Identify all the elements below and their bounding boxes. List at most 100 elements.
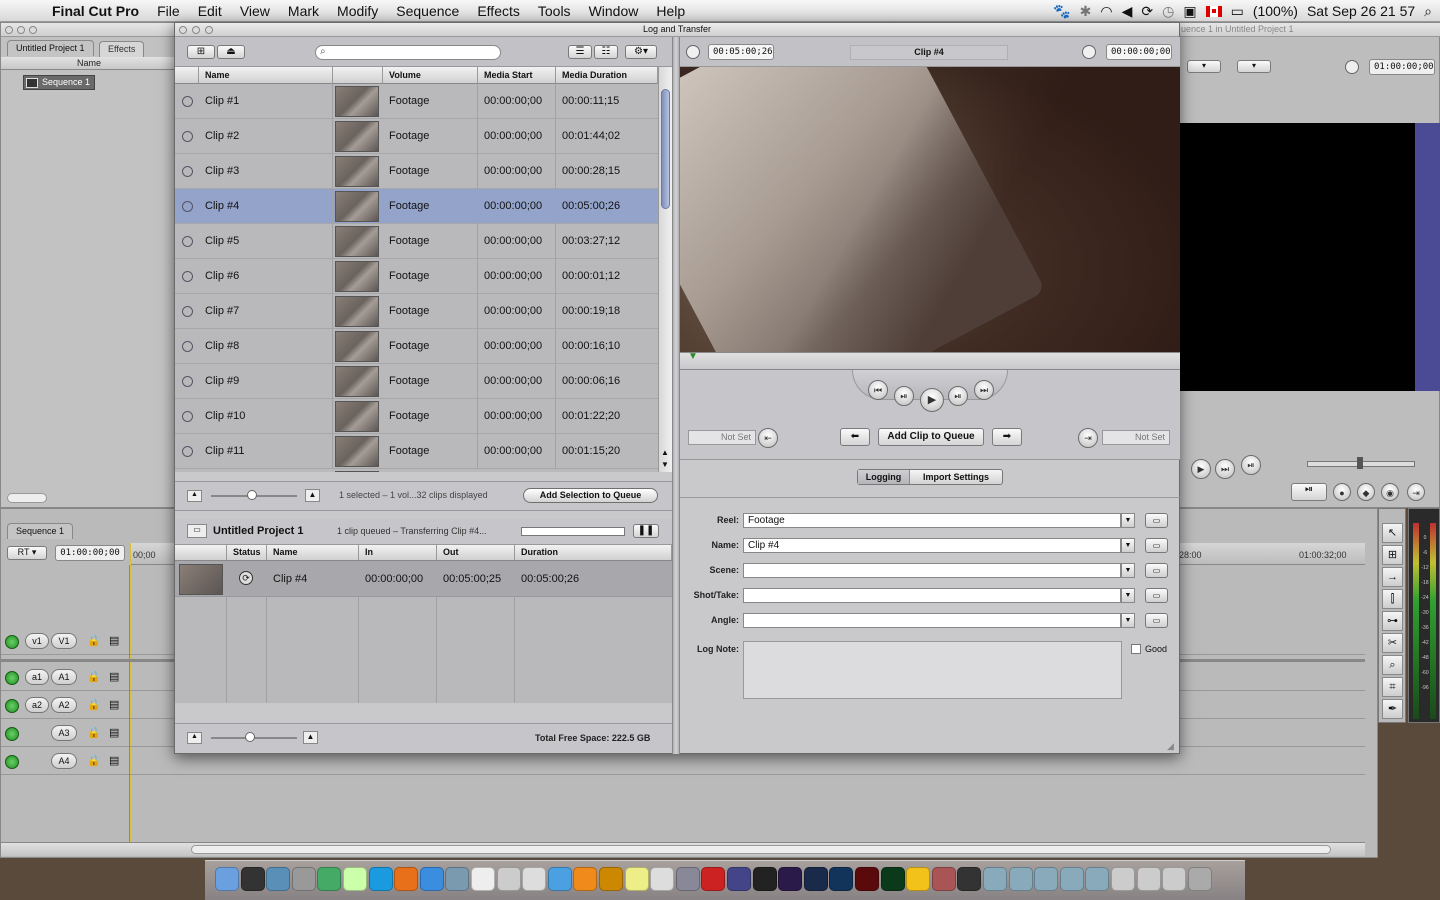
clip-row[interactable]: Clip #10 Footage 00:00:00;00 00:01:22;20 bbox=[175, 399, 658, 434]
track-dest-v1[interactable]: V1 bbox=[51, 633, 77, 649]
clip-row[interactable]: Clip #11 Footage 00:00:00;00 00:01:15;20 bbox=[175, 434, 658, 469]
timeline-timecode[interactable]: 01:00:00;00 bbox=[55, 545, 125, 561]
folder-icon[interactable] bbox=[983, 867, 1007, 891]
stack-icon[interactable] bbox=[1111, 867, 1135, 891]
reel-slate-icon[interactable]: ▭ bbox=[1145, 513, 1168, 528]
track-visibility-icon[interactable] bbox=[5, 635, 19, 649]
queue-status-radio[interactable] bbox=[182, 306, 193, 317]
adium-icon[interactable] bbox=[906, 867, 931, 891]
vlc-icon[interactable] bbox=[573, 867, 598, 891]
acrobat-icon[interactable] bbox=[701, 867, 726, 891]
canvas-shuttle-thumb[interactable] bbox=[1357, 457, 1363, 469]
small-thumb-icon[interactable]: ▲ bbox=[187, 732, 202, 744]
clip-row[interactable]: Clip #8 Footage 00:00:00;00 00:00:16;10 bbox=[175, 329, 658, 364]
trash-icon[interactable] bbox=[1187, 867, 1212, 891]
q-col-duration[interactable]: Duration bbox=[515, 545, 672, 561]
tab-untitled-project[interactable]: Untitled Project 1 bbox=[7, 40, 94, 56]
go-to-start-button[interactable]: ⏮ bbox=[868, 380, 888, 400]
tab-logging[interactable]: Logging bbox=[858, 470, 910, 484]
shot-take-field[interactable] bbox=[743, 588, 1121, 603]
project-icon[interactable]: ▭ bbox=[187, 524, 207, 538]
network-icon[interactable] bbox=[727, 867, 751, 891]
canvas-view-popup[interactable]: ▾ bbox=[1187, 60, 1221, 73]
track-source-a2[interactable]: a2 bbox=[25, 697, 49, 713]
viewer-duration[interactable]: 00:05:00;26 bbox=[708, 44, 774, 60]
skype-icon[interactable] bbox=[368, 867, 393, 891]
canvas-play-button[interactable]: ▶ bbox=[1191, 459, 1211, 479]
shot-dropdown-icon[interactable]: ▼ bbox=[1121, 588, 1135, 603]
battery-status[interactable]: (100%) bbox=[1253, 3, 1298, 19]
mail-icon[interactable] bbox=[522, 867, 547, 891]
scroll-up-icon[interactable]: ▲ bbox=[661, 448, 669, 457]
fcp-icon[interactable] bbox=[957, 867, 982, 891]
pause-button[interactable]: ❚❚ bbox=[633, 524, 659, 538]
photo-icon[interactable] bbox=[931, 867, 956, 891]
add-clip-to-queue-button[interactable]: Add Clip to Queue bbox=[878, 428, 984, 446]
clip-list-scrollbar[interactable]: ▲ ▼ bbox=[658, 67, 672, 472]
menu-tools[interactable]: Tools bbox=[529, 3, 580, 19]
scene-slate-icon[interactable]: ▭ bbox=[1145, 563, 1168, 578]
q-col-thumb[interactable] bbox=[175, 545, 227, 561]
queue-status-radio[interactable] bbox=[182, 376, 193, 387]
lock-icon[interactable]: 🔒 bbox=[87, 670, 101, 683]
q-col-status[interactable]: Status bbox=[227, 545, 267, 561]
angle-field[interactable] bbox=[743, 613, 1121, 628]
track-select-tool-icon[interactable]: → bbox=[1382, 567, 1403, 587]
queue-status-radio[interactable] bbox=[182, 201, 193, 212]
contacts-icon[interactable] bbox=[343, 867, 367, 891]
clip-row[interactable]: Clip #1 Footage 00:00:00;00 00:00:11;15 bbox=[175, 84, 658, 119]
slip-tool-icon[interactable]: ⊶ bbox=[1382, 611, 1403, 631]
next-clip-icon[interactable]: ➡ bbox=[992, 428, 1022, 446]
track-dest-a1[interactable]: A1 bbox=[51, 669, 77, 685]
spotlight-icon[interactable]: ⌕ bbox=[1424, 3, 1432, 20]
autoselect-icon[interactable]: ▤ bbox=[109, 754, 119, 767]
zoom-icon[interactable] bbox=[29, 26, 37, 34]
name-field[interactable]: Clip #4 bbox=[743, 538, 1121, 553]
clip-row[interactable]: Clip #6 Footage 00:00:00;00 00:00:01;12 bbox=[175, 259, 658, 294]
itunes-music-icon[interactable] bbox=[547, 867, 572, 891]
clip-row[interactable]: Clip #7 Footage 00:00:00;00 00:00:19;18 bbox=[175, 294, 658, 329]
tab-import-settings[interactable]: Import Settings bbox=[910, 470, 1002, 484]
queue-status-radio[interactable] bbox=[182, 96, 193, 107]
track-dest-a3[interactable]: A3 bbox=[51, 725, 77, 741]
good-checkbox[interactable] bbox=[1131, 644, 1141, 654]
large-thumb-icon[interactable]: ▲ bbox=[303, 731, 318, 744]
zoom-icon[interactable] bbox=[205, 26, 213, 34]
canvas-insert-button[interactable]: ⏯ bbox=[1291, 483, 1327, 501]
play-in-to-out-button[interactable]: ⏯ bbox=[894, 386, 914, 406]
track-audio-icon[interactable] bbox=[5, 699, 19, 713]
volume-icon[interactable]: ◀ bbox=[1122, 3, 1133, 20]
menu-help[interactable]: Help bbox=[647, 3, 694, 19]
activity-icon[interactable] bbox=[317, 867, 342, 891]
flash-icon[interactable] bbox=[855, 867, 879, 891]
queue-status-radio[interactable] bbox=[182, 271, 193, 282]
out-point-field[interactable]: Not Set bbox=[1102, 430, 1170, 445]
reel-dropdown-icon[interactable]: ▼ bbox=[1121, 513, 1135, 528]
queue-thumb-knob[interactable] bbox=[245, 732, 255, 742]
mark-in-icon[interactable]: ⇤ bbox=[758, 428, 778, 448]
close-icon[interactable] bbox=[5, 26, 13, 34]
add-selection-button[interactable]: Add Selection to Queue bbox=[523, 488, 658, 503]
col-name[interactable]: Name bbox=[199, 67, 333, 84]
autoselect-icon[interactable]: ▤ bbox=[109, 726, 119, 739]
tools-icon[interactable] bbox=[675, 867, 700, 891]
clock[interactable]: Sat Sep 26 21 57 bbox=[1307, 3, 1415, 19]
stack-icon[interactable] bbox=[1162, 867, 1187, 891]
q-col-out[interactable]: Out bbox=[437, 545, 515, 561]
ical-icon[interactable] bbox=[471, 867, 495, 891]
list-view-icon[interactable]: ☰ bbox=[568, 45, 592, 59]
canvas-marker-button[interactable]: ◉ bbox=[1381, 483, 1399, 501]
lock-icon[interactable]: 🔒 bbox=[87, 754, 101, 767]
lock-icon[interactable]: 🔒 bbox=[87, 726, 101, 739]
in-point-field[interactable]: Not Set bbox=[688, 430, 756, 445]
menu-sequence[interactable]: Sequence bbox=[387, 3, 468, 19]
zoom-tool-icon[interactable]: ⌕ bbox=[1382, 655, 1403, 675]
queue-project[interactable]: Untitled Project 1 bbox=[213, 525, 303, 537]
browser-name-header[interactable]: Name bbox=[1, 57, 177, 70]
menu-mark[interactable]: Mark bbox=[279, 3, 328, 19]
wifi-icon[interactable]: ◠ bbox=[1100, 3, 1112, 20]
safari-icon[interactable] bbox=[419, 867, 444, 891]
menu-view[interactable]: View bbox=[231, 3, 279, 19]
sync-icon[interactable]: ⟳ bbox=[1141, 3, 1153, 20]
bluetooth-icon[interactable]: ✱ bbox=[1080, 3, 1092, 20]
